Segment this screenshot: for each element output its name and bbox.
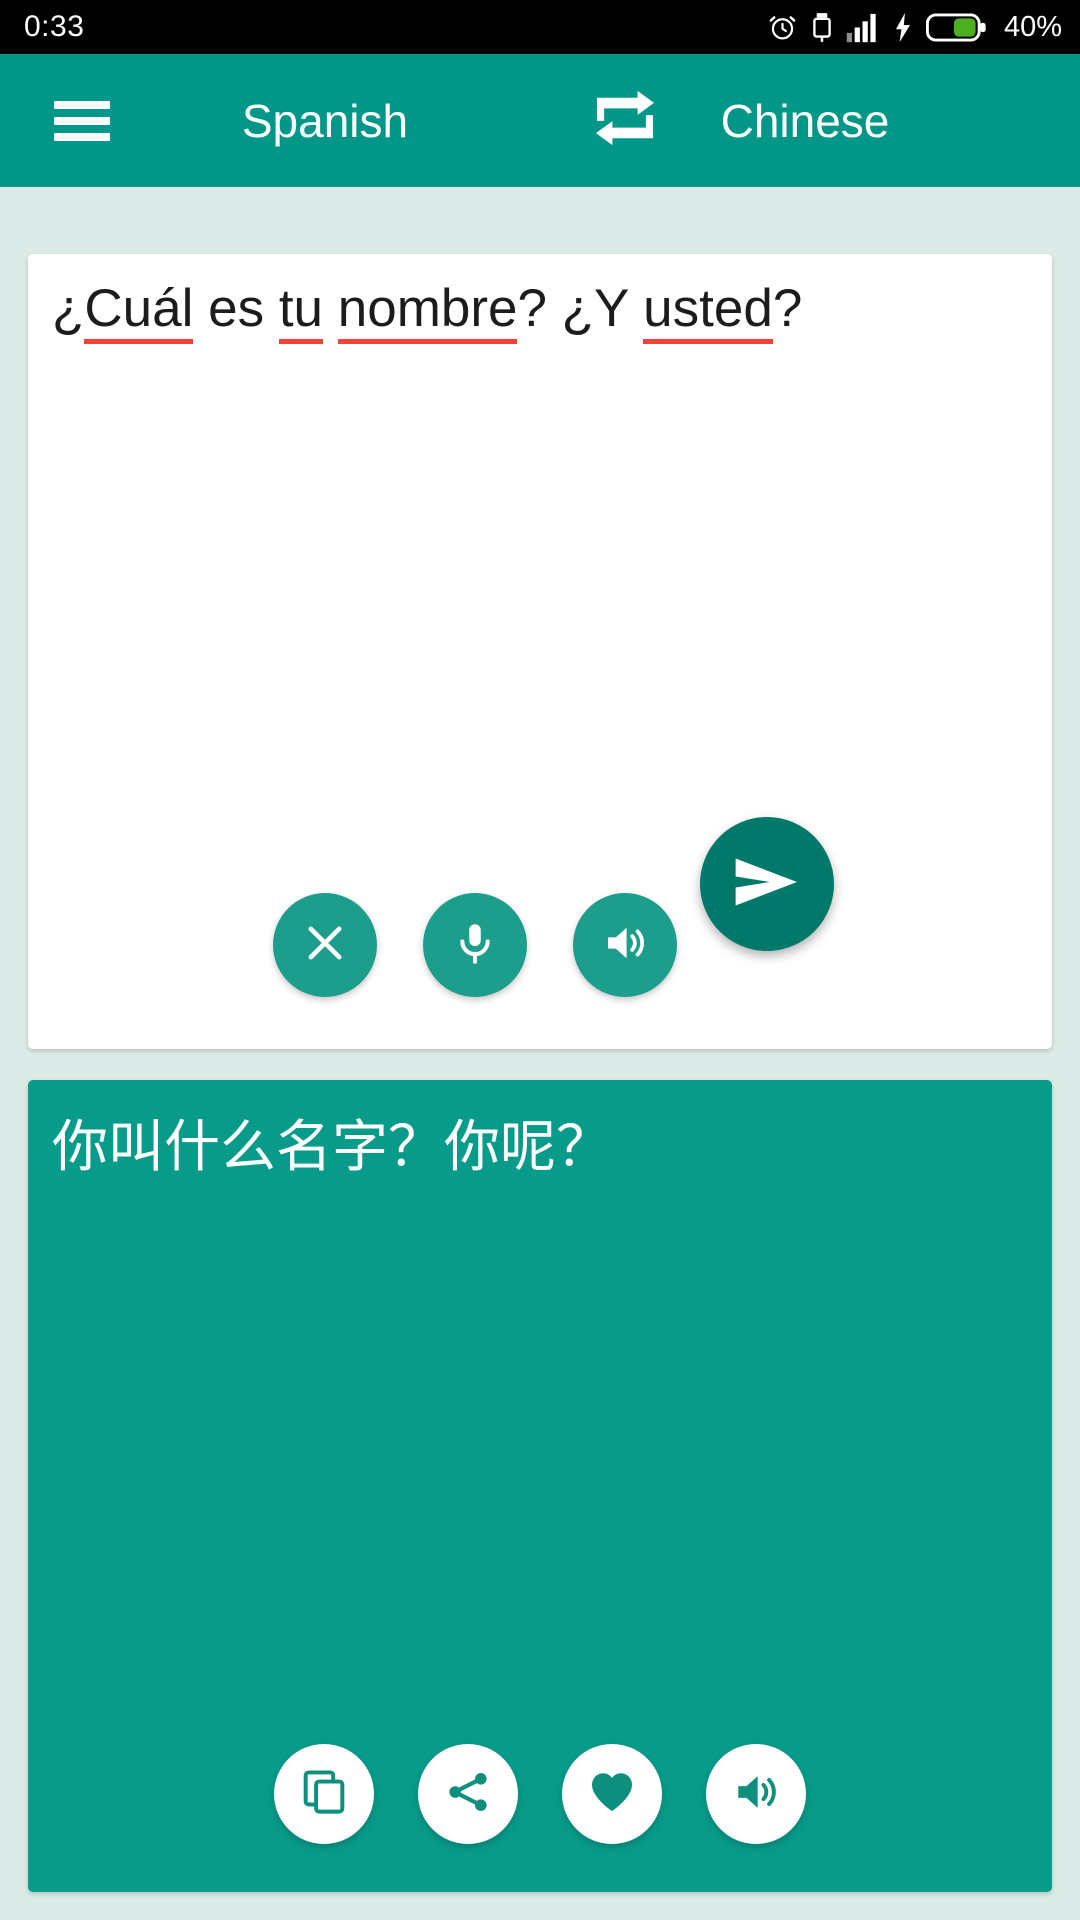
source-text-rendered: ¿Cuál es tu nombre? ¿Y usted?	[52, 279, 802, 344]
clear-text-button[interactable]	[273, 893, 377, 997]
status-bar: 0:33 40%	[0, 0, 1080, 54]
status-icons: 40%	[767, 11, 1062, 44]
favorite-translation-button[interactable]	[562, 1744, 662, 1844]
source-language-selector[interactable]: Spanish	[180, 94, 470, 148]
translator-screen: 0:33 40% Spanish Chinese ¿Cuál es tu nom…	[0, 0, 1080, 1920]
heart-icon	[587, 1767, 637, 1822]
translation-action-bar	[28, 1744, 1052, 1844]
copy-icon	[299, 1767, 349, 1822]
speaker-icon	[731, 1767, 781, 1822]
hamburger-menu-icon[interactable]	[54, 100, 110, 141]
signal-bars-icon	[846, 12, 880, 43]
source-text-card: ¿Cuál es tu nombre? ¿Y usted? ¿Cuál es t…	[28, 254, 1052, 1049]
battery-percent-label: 40%	[1003, 10, 1062, 43]
battery-icon	[925, 12, 988, 43]
usb-lock-icon	[811, 12, 833, 43]
copy-translation-button[interactable]	[274, 1744, 374, 1844]
app-bar: Spanish Chinese	[0, 54, 1080, 187]
close-x-icon	[302, 920, 348, 971]
target-language-selector[interactable]: Chinese	[660, 94, 950, 148]
swap-languages-icon	[592, 89, 658, 152]
send-arrow-icon	[731, 852, 803, 917]
share-translation-button[interactable]	[418, 1744, 518, 1844]
microphone-icon	[452, 920, 498, 971]
source-text-input[interactable]: ¿Cuál es tu nombre? ¿Y usted?	[52, 276, 1028, 344]
charging-bolt-icon	[893, 12, 913, 43]
alarm-icon	[767, 12, 798, 43]
translation-result-card: 你叫什么名字？你呢？	[28, 1080, 1052, 1892]
source-action-bar	[28, 893, 1052, 997]
speak-source-button[interactable]	[573, 893, 677, 997]
send-translate-button[interactable]	[700, 817, 834, 951]
share-icon	[444, 1768, 492, 1821]
speaker-icon	[601, 919, 649, 972]
translation-text: 你叫什么名字？你呢？	[52, 1115, 612, 1180]
speak-translation-button[interactable]	[706, 1744, 806, 1844]
status-clock: 0:33	[24, 10, 85, 43]
voice-input-button[interactable]	[423, 893, 527, 997]
